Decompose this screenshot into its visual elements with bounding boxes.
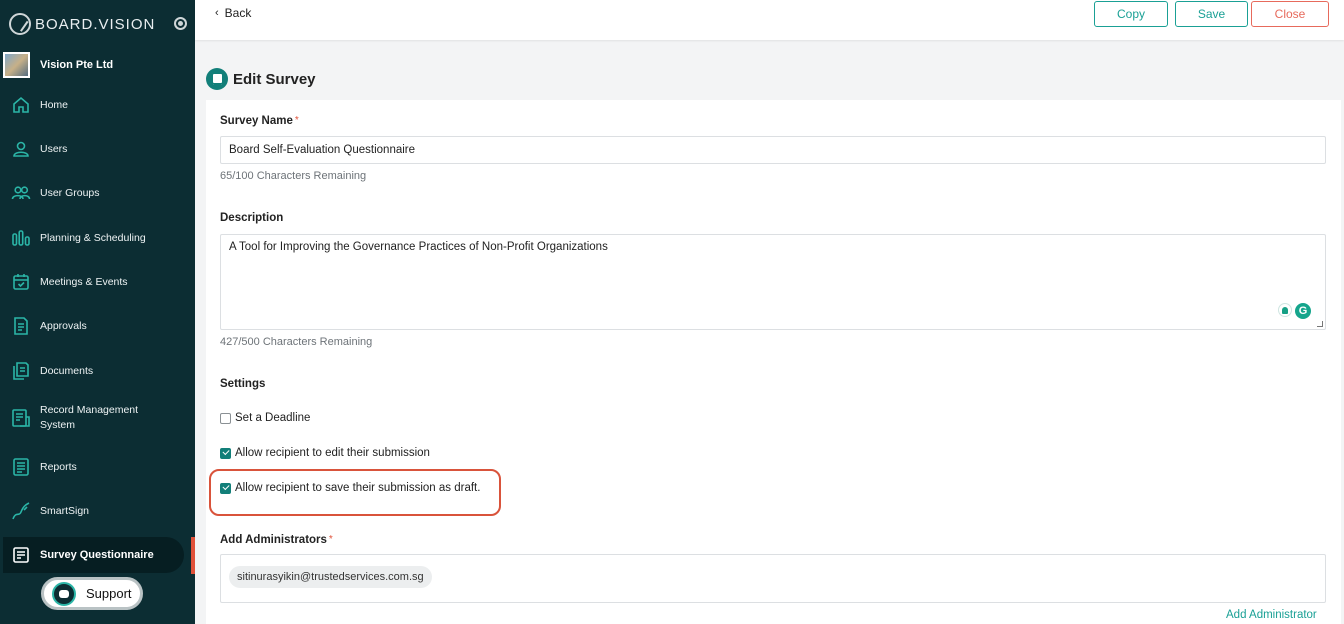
brand-logo[interactable]: BOARD.VISION: [9, 12, 189, 36]
sidebar-item-label: User Groups: [40, 186, 100, 199]
sidebar-item-label: Planning & Scheduling: [40, 231, 146, 244]
administrators-label-text: Add Administrators: [220, 534, 327, 546]
brand-name: BOARD.VISION: [35, 15, 156, 33]
sidebar-item-user-groups[interactable]: User Groups: [0, 175, 190, 211]
sidebar-item-planning[interactable]: Planning & Scheduling: [0, 220, 190, 256]
top-bar: ‹ Back Copy Save Close: [195, 0, 1344, 40]
description-label: Description: [220, 212, 284, 224]
allow-edit-label: Allow recipient to edit their submission: [235, 447, 430, 459]
survey-title-icon: [206, 68, 228, 90]
allow-edit-checkbox[interactable]: [220, 447, 231, 459]
user-icon: [11, 139, 31, 159]
org-avatar: [3, 52, 30, 78]
set-deadline-checkbox[interactable]: [220, 412, 231, 424]
sidebar-item-label: Users: [40, 142, 68, 155]
user-groups-icon: [11, 183, 31, 203]
approvals-icon: [11, 316, 31, 336]
highlight-annotation: [209, 469, 501, 516]
board-vision-logo-icon: [9, 13, 31, 35]
sidebar-item-reports[interactable]: Reports: [0, 449, 190, 485]
set-deadline-label: Set a Deadline: [235, 412, 311, 424]
org-name: Vision Pte Ltd: [40, 59, 114, 71]
sidebar-item-label: SmartSign: [40, 504, 90, 517]
records-icon: [11, 408, 31, 428]
description-textarea[interactable]: A Tool for Improving the Governance Prac…: [220, 234, 1326, 330]
organization-switcher[interactable]: Vision Pte Ltd: [3, 52, 193, 78]
copy-button[interactable]: Copy: [1094, 1, 1168, 27]
page-title: Edit Survey: [233, 70, 316, 88]
survey-name-char-count: 65/100 Characters Remaining: [220, 170, 367, 182]
sidebar-item-label: Documents: [40, 364, 94, 377]
chat-icon: [52, 581, 76, 606]
grammarly-icon[interactable]: G: [1295, 303, 1311, 319]
reports-icon: [11, 457, 31, 477]
description-text: A Tool for Improving the Governance Prac…: [229, 241, 608, 253]
active-nav-indicator: [191, 537, 195, 574]
calendar-icon: [11, 272, 31, 292]
back-button[interactable]: ‹ Back: [215, 6, 251, 20]
grammarly-widget[interactable]: G: [1278, 303, 1311, 319]
administrator-chip[interactable]: sitinurasyikin@trustedservices.com.sg: [229, 566, 432, 588]
settings-label: Settings: [220, 378, 266, 390]
sidebar-toggle-icon[interactable]: [174, 17, 187, 30]
set-deadline-checkbox-row[interactable]: Set a Deadline: [220, 412, 310, 424]
allow-edit-checkbox-row[interactable]: Allow recipient to edit their submission: [220, 447, 430, 459]
sidebar-item-label: Home: [40, 98, 69, 111]
add-administrator-link[interactable]: Add Administrator: [1226, 609, 1317, 621]
sidebar-item-survey-questionnaire[interactable]: Survey Questionnaire: [3, 537, 184, 573]
required-marker: *: [328, 534, 333, 545]
survey-name-input[interactable]: Board Self-Evaluation Questionnaire: [220, 136, 1326, 164]
lightbulb-icon[interactable]: [1278, 303, 1292, 317]
description-char-count: 427/500 Characters Remaining: [220, 336, 373, 348]
sidebar: BOARD.VISION Vision Pte Ltd Home Users U…: [0, 0, 195, 624]
sidebar-item-records[interactable]: Record Management System: [0, 400, 190, 436]
sidebar-item-label: Survey Questionnaire: [40, 548, 154, 561]
planning-icon: [11, 228, 31, 248]
administrators-input[interactable]: sitinurasyikin@trustedservices.com.sg: [220, 554, 1326, 603]
sidebar-item-smartsign[interactable]: SmartSign: [0, 493, 190, 529]
sidebar-item-label: Record Management System: [40, 404, 139, 431]
documents-icon: [11, 361, 31, 381]
back-label: Back: [224, 6, 252, 20]
home-icon: [11, 95, 31, 115]
sidebar-item-approvals[interactable]: Approvals: [0, 308, 190, 344]
sidebar-item-documents[interactable]: Documents: [0, 353, 190, 389]
sidebar-item-home[interactable]: Home: [0, 87, 190, 123]
resize-handle-icon[interactable]: [1317, 321, 1323, 327]
survey-name-label: Survey Name *: [220, 115, 299, 127]
edit-survey-form: Survey Name * Board Self-Evaluation Quest…: [206, 100, 1341, 624]
required-marker: *: [294, 115, 299, 126]
support-label: Support: [86, 586, 132, 601]
sidebar-item-users[interactable]: Users: [0, 131, 190, 167]
survey-icon: [11, 545, 31, 565]
administrators-label: Add Administrators *: [220, 534, 333, 546]
support-button[interactable]: Support: [41, 577, 143, 610]
smartsign-icon: [11, 501, 31, 521]
chevron-left-icon: ‹: [215, 7, 219, 19]
sidebar-item-label: Approvals: [40, 319, 87, 332]
sidebar-item-meetings[interactable]: Meetings & Events: [0, 264, 190, 300]
survey-name-label-text: Survey Name: [220, 115, 293, 127]
page-header: Edit Survey: [206, 68, 316, 90]
sidebar-item-label: Reports: [40, 460, 77, 473]
save-button[interactable]: Save: [1175, 1, 1248, 27]
sidebar-item-label: Meetings & Events: [40, 275, 128, 288]
close-button[interactable]: Close: [1251, 1, 1329, 27]
